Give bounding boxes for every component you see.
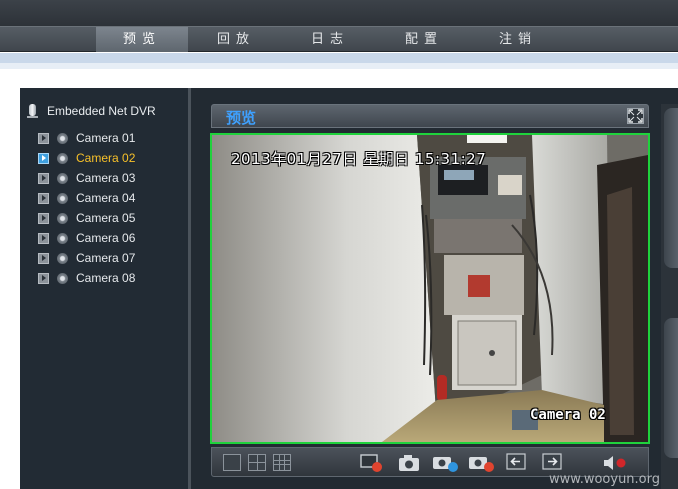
stop-all-preview-icon[interactable] — [467, 453, 495, 473]
osd-timestamp: 2013年01月27日 星期日 15:31:27 — [231, 150, 487, 168]
camera-icon — [57, 272, 68, 284]
camera-icon — [57, 192, 68, 204]
camera-icon — [57, 232, 68, 244]
camera-item-07[interactable]: Camera 07 — [38, 248, 135, 268]
camera-icon — [57, 212, 68, 224]
fullscreen-icon[interactable] — [627, 108, 644, 124]
title-bar — [0, 0, 678, 26]
previous-page-icon[interactable] — [506, 453, 526, 471]
camera-label: Camera 03 — [76, 171, 136, 185]
play-channel-icon[interactable] — [38, 152, 49, 164]
camera-label: Camera 04 — [76, 191, 136, 205]
start-all-preview-icon[interactable] — [431, 453, 459, 473]
volume-icon[interactable] — [602, 453, 628, 473]
nine-view-icon[interactable] — [273, 454, 291, 471]
header-stripe — [0, 53, 678, 63]
camera-label: Camera 06 — [76, 231, 136, 245]
camera-label: Camera 02 — [76, 151, 136, 165]
play-channel-icon[interactable] — [38, 232, 49, 244]
dvr-web-client: 预览 回放 日志 配置 注销 Embedded Net DVR Camera 0… — [0, 0, 678, 489]
camera-item-05[interactable]: Camera 05 — [38, 208, 135, 228]
dvr-device-icon — [26, 103, 40, 119]
camera-label: Camera 01 — [76, 131, 136, 145]
ptz-panel-toggle[interactable] — [664, 108, 678, 268]
camera-label: Camera 07 — [76, 251, 136, 265]
play-channel-icon[interactable] — [38, 172, 49, 184]
play-channel-icon[interactable] — [38, 272, 49, 284]
play-channel-icon[interactable] — [38, 132, 49, 144]
single-view-icon[interactable] — [223, 454, 241, 471]
camera-item-02[interactable]: Camera 02 — [38, 148, 135, 168]
nav-logout[interactable]: 注销 — [472, 27, 564, 52]
camera-icon — [57, 172, 68, 184]
nav-preview[interactable]: 预览 — [96, 27, 188, 52]
snapshot-icon[interactable] — [398, 453, 420, 473]
nav-config[interactable]: 配置 — [378, 27, 470, 52]
preview-header: 预览 — [211, 104, 649, 128]
camera-item-03[interactable]: Camera 03 — [38, 168, 135, 188]
main-nav: 预览 回放 日志 配置 注销 — [0, 26, 678, 52]
play-channel-icon[interactable] — [38, 252, 49, 264]
camera-label: Camera 05 — [76, 211, 136, 225]
camera-feed-image — [212, 135, 648, 442]
play-channel-icon[interactable] — [38, 192, 49, 204]
tree-root-label: Embedded Net DVR — [47, 104, 156, 118]
record-icon[interactable] — [360, 453, 384, 473]
quad-view-icon[interactable] — [248, 454, 266, 471]
camera-icon — [57, 152, 68, 164]
camera-item-08[interactable]: Camera 08 — [38, 268, 135, 288]
nav-playback[interactable]: 回放 — [190, 27, 282, 52]
camera-icon — [57, 252, 68, 264]
camera-item-01[interactable]: Camera 01 — [38, 128, 135, 148]
tree-root-node[interactable]: Embedded Net DVR — [26, 102, 156, 120]
camera-item-06[interactable]: Camera 06 — [38, 228, 135, 248]
osd-camera-name: Camera 02 — [530, 407, 606, 423]
video-window[interactable]: 2013年01月27日 星期日 15:31:27 Camera 02 — [210, 133, 650, 444]
camera-item-04[interactable]: Camera 04 — [38, 188, 135, 208]
play-channel-icon[interactable] — [38, 212, 49, 224]
nav-log[interactable]: 日志 — [284, 27, 376, 52]
camera-icon — [57, 132, 68, 144]
settings-panel-toggle[interactable] — [664, 318, 678, 458]
header-stripe-light — [0, 63, 678, 69]
camera-list: Camera 01 Camera 02 Camera 03 Camera 04 — [38, 128, 135, 288]
watermark: www.wooyun.org — [549, 472, 661, 487]
preview-title: 预览 — [226, 109, 257, 127]
camera-label: Camera 08 — [76, 271, 136, 285]
next-page-icon[interactable] — [542, 453, 562, 471]
device-tree-panel: Embedded Net DVR Camera 01 Camera 02 Cam… — [20, 88, 188, 489]
